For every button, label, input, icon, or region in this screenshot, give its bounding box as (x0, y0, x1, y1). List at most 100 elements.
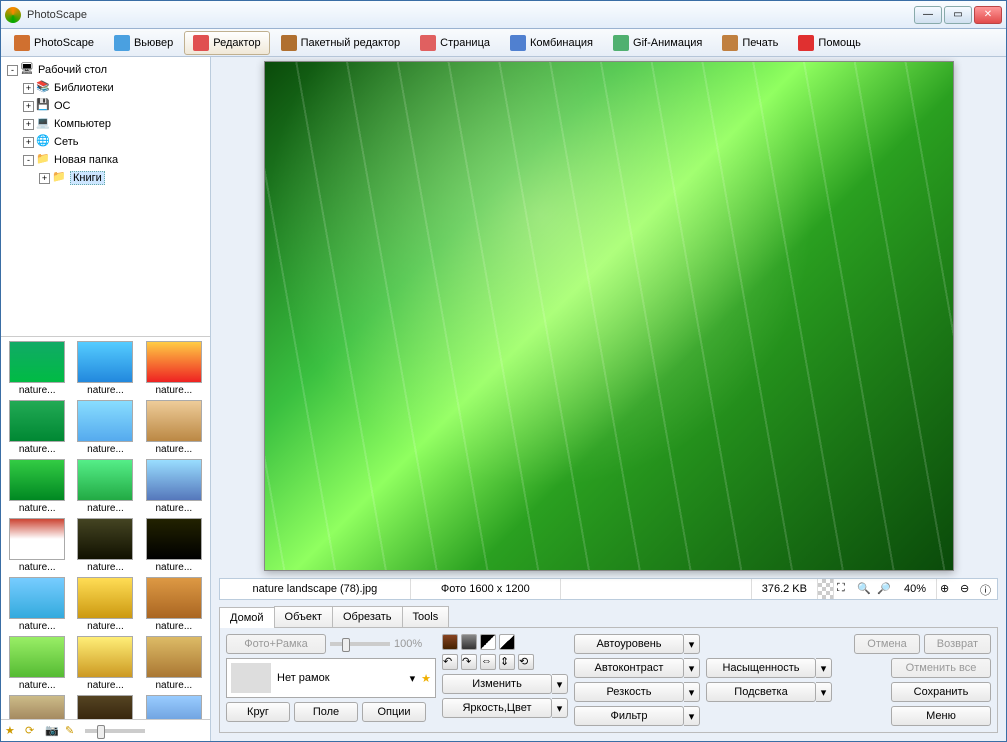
zoom-actual-icon[interactable]: 🔍 (857, 582, 871, 596)
tree-node-1[interactable]: +📚Библиотеки (5, 79, 206, 97)
backlight-dropdown[interactable]: ▾ (816, 682, 832, 702)
thumb-size-slider[interactable] (85, 729, 145, 733)
thumbnail-18[interactable] (5, 695, 69, 719)
frame-selector[interactable]: Нет рамок ▾ ★ (226, 658, 436, 698)
redo-button[interactable]: Возврат (924, 634, 991, 654)
close-button[interactable]: ✕ (974, 6, 1002, 24)
tree-toggle[interactable]: + (23, 83, 34, 94)
autolevel-button[interactable]: Автоуровень (574, 634, 684, 654)
autocontrast-button[interactable]: Автоконтраст (574, 658, 684, 678)
thumbnail-10[interactable]: nature... (73, 518, 137, 573)
tree-node-4[interactable]: +🌐Сеть (5, 133, 206, 151)
thumbnail-9[interactable]: nature... (5, 518, 69, 573)
thumbnail-12[interactable]: nature... (5, 577, 69, 632)
frame-slider[interactable] (330, 642, 390, 646)
sharpen-button[interactable]: Резкость (574, 682, 684, 702)
tree-toggle[interactable]: + (23, 101, 34, 112)
thumbnail-4[interactable]: nature... (73, 400, 137, 455)
thumbnail-1[interactable]: nature... (73, 341, 137, 396)
sepia-icon[interactable] (442, 634, 458, 650)
tree-node-6[interactable]: +📁Книги (5, 169, 206, 187)
flip-v-icon[interactable]: ⇕ (499, 654, 515, 670)
gray-icon[interactable] (461, 634, 477, 650)
toolbar-tab-4[interactable]: Страница (411, 31, 499, 55)
zoom-out-icon[interactable]: ⊖ (960, 582, 974, 596)
thumbnail-16[interactable]: nature... (73, 636, 137, 691)
backlight-button[interactable]: Подсветка (706, 682, 816, 702)
tree-toggle[interactable]: - (23, 155, 34, 166)
resize-dropdown[interactable]: ▾ (552, 674, 568, 694)
transparency-icon[interactable] (818, 579, 834, 599)
autolevel-dropdown[interactable]: ▾ (684, 634, 700, 654)
maximize-button[interactable]: ▭ (944, 6, 972, 24)
toolbar-tab-7[interactable]: Печать (713, 31, 787, 55)
tree-node-2[interactable]: +💾ОС (5, 97, 206, 115)
flip-h-icon[interactable]: ⇔ (480, 654, 496, 670)
thumbnail-3[interactable]: nature... (5, 400, 69, 455)
bottom-tab-0[interactable]: Домой (219, 607, 275, 628)
refresh-icon[interactable]: ⟳ (25, 724, 39, 738)
undo-all-button[interactable]: Отменить все (891, 658, 991, 678)
tree-node-5[interactable]: -📁Новая папка (5, 151, 206, 169)
bright-color-button[interactable]: Яркость,Цвет (442, 698, 552, 718)
filter-button[interactable]: Фильтр (574, 706, 684, 726)
draw-icon[interactable]: ✎ (65, 724, 79, 738)
thumbnail-17[interactable]: nature... (142, 636, 206, 691)
tree-node-0[interactable]: -🖥Рабочий стол (5, 61, 206, 79)
photo-frame-button[interactable]: Фото+Рамка (226, 634, 326, 654)
thumbnail-8[interactable]: nature... (142, 459, 206, 514)
saturation-dropdown[interactable]: ▾ (816, 658, 832, 678)
thumbnail-2[interactable]: nature... (142, 341, 206, 396)
bottom-tab-2[interactable]: Обрезать (332, 606, 403, 627)
circle-button[interactable]: Круг (226, 702, 290, 722)
minimize-button[interactable]: — (914, 6, 942, 24)
save-button[interactable]: Сохранить (891, 682, 991, 702)
rotate-left-icon[interactable]: ↶ (442, 654, 458, 670)
fit-icon[interactable]: ⛶ (837, 582, 851, 596)
options-button[interactable]: Опции (362, 702, 426, 722)
tree-toggle[interactable]: + (39, 173, 50, 184)
thumbnail-14[interactable]: nature... (142, 577, 206, 632)
toolbar-tab-6[interactable]: Gif-Анимация (604, 31, 711, 55)
autocontrast-dropdown[interactable]: ▾ (684, 658, 700, 678)
tree-toggle[interactable]: - (7, 65, 18, 76)
toolbar-tab-1[interactable]: Вьювер (105, 31, 182, 55)
thumbnail-11[interactable]: nature... (142, 518, 206, 573)
zoom-fit-icon[interactable]: 🔎 (877, 582, 891, 596)
field-button[interactable]: Поле (294, 702, 358, 722)
invert-icon[interactable] (499, 634, 515, 650)
saturation-button[interactable]: Насыщенность (706, 658, 816, 678)
canvas-image[interactable] (264, 61, 954, 571)
free-rotate-icon[interactable]: ⟲ (518, 654, 534, 670)
resize-button[interactable]: Изменить (442, 674, 552, 694)
toolbar-tab-8[interactable]: Помощь (789, 31, 870, 55)
bw-icon[interactable] (480, 634, 496, 650)
thumbnail-7[interactable]: nature... (73, 459, 137, 514)
undo-button[interactable]: Отмена (854, 634, 919, 654)
thumbnail-5[interactable]: nature... (142, 400, 206, 455)
zoom-in-icon[interactable]: ⊕ (940, 582, 954, 596)
thumbnail-6[interactable]: nature... (5, 459, 69, 514)
toolbar-tab-5[interactable]: Комбинация (501, 31, 602, 55)
info-icon[interactable]: ⓘ (980, 582, 994, 596)
toolbar-tab-3[interactable]: Пакетный редактор (272, 31, 410, 55)
sharpen-dropdown[interactable]: ▾ (684, 682, 700, 702)
toolbar-tab-2[interactable]: Редактор (184, 31, 269, 55)
filter-dropdown[interactable]: ▾ (684, 706, 700, 726)
rotate-right-icon[interactable]: ↷ (461, 654, 477, 670)
camera-icon[interactable]: 📷 (45, 724, 59, 738)
thumbnail-0[interactable]: nature... (5, 341, 69, 396)
tree-node-3[interactable]: +💻Компьютер (5, 115, 206, 133)
thumbnail-19[interactable] (73, 695, 137, 719)
tree-toggle[interactable]: + (23, 137, 34, 148)
bright-color-dropdown[interactable]: ▾ (552, 698, 568, 718)
thumbnail-20[interactable] (142, 695, 206, 719)
bottom-tab-1[interactable]: Объект (274, 606, 333, 627)
tree-toggle[interactable]: + (23, 119, 34, 130)
star-icon[interactable]: ★ (5, 724, 19, 738)
menu-button[interactable]: Меню (891, 706, 991, 726)
bottom-tab-3[interactable]: Tools (402, 606, 450, 627)
thumbnail-15[interactable]: nature... (5, 636, 69, 691)
thumbnail-13[interactable]: nature... (73, 577, 137, 632)
toolbar-tab-0[interactable]: PhotoScape (5, 31, 103, 55)
